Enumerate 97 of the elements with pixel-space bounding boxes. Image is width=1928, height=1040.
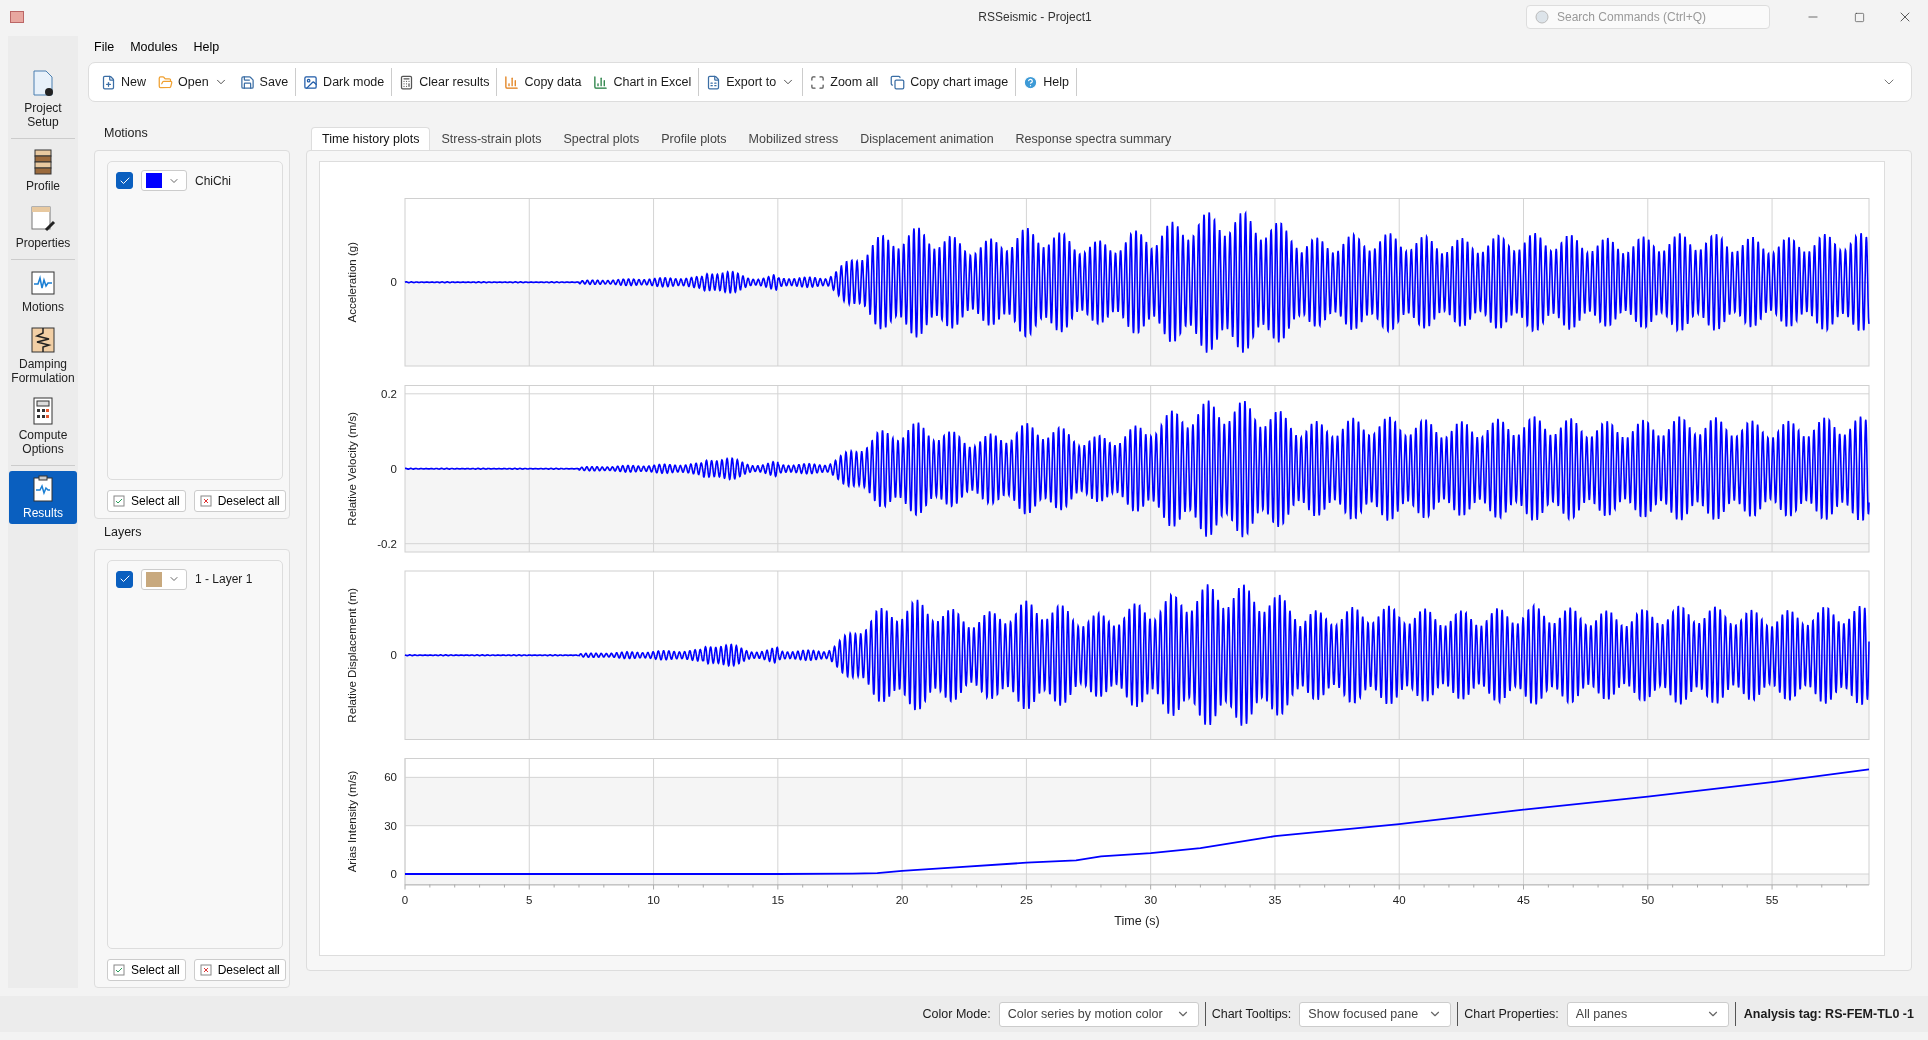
status-label: Chart Properties: [1464, 1007, 1559, 1021]
dropdown[interactable]: Show focused pane [1299, 1001, 1452, 1027]
axis-label: Relative Displacement (m) [346, 587, 358, 723]
checkbox[interactable] [116, 570, 133, 588]
table-pencil-icon [28, 204, 58, 234]
tab[interactable]: Profile plots [650, 127, 738, 150]
checkbox-icon [113, 494, 125, 507]
search-input[interactable]: Search Commands (Ctrl+Q) [1555, 9, 1759, 25]
picture-icon [303, 74, 319, 90]
tick-label: 35 [1268, 893, 1282, 906]
toolbar-button[interactable]: Copy chart image [884, 70, 1015, 94]
spreadsheet-icon [706, 74, 722, 90]
axis-label: Time (s) [1114, 913, 1160, 928]
calculator-icon [399, 74, 415, 90]
analysis-tag: Analysis tag: RS-FEM-TL0 -1 [1743, 1007, 1914, 1021]
tab[interactable]: Time history plots [311, 127, 431, 150]
check-icon [118, 573, 131, 585]
copy-icon [890, 74, 906, 90]
spring-icon [28, 325, 58, 355]
nav-item[interactable]: Results [9, 471, 77, 524]
toolbar-button[interactable]: New [95, 70, 152, 94]
save-icon [239, 74, 255, 90]
color-picker[interactable] [141, 568, 187, 590]
folder-icon [158, 74, 173, 90]
deselect-all-button[interactable]: Deselect all [193, 959, 286, 981]
checkbox[interactable] [116, 172, 133, 189]
bar-chart-icon [504, 74, 520, 90]
bar-chart-icon [593, 74, 609, 90]
tick-label: 55 [1765, 893, 1779, 906]
tick-label: 0 [390, 462, 397, 475]
tick-label: 45 [1517, 893, 1530, 906]
status-label: Chart Tooltips: [1211, 1007, 1292, 1021]
tab[interactable]: Response spectra summary [1004, 127, 1183, 150]
tick-label: 0 [390, 868, 397, 881]
tick-label: 15 [771, 893, 785, 906]
axis-label: Acceleration (g) [346, 242, 358, 323]
toolbar-button[interactable]: Chart in Excel [587, 70, 698, 94]
tick-label: 40 [1392, 893, 1406, 906]
window-title: RSSeismic - Project1 [977, 10, 1093, 24]
tab[interactable]: Displacement animation [849, 127, 1005, 150]
color-picker[interactable] [141, 170, 187, 191]
toolbar-button[interactable]: Open [152, 70, 234, 94]
waveform-icon [28, 268, 58, 298]
restore-icon [1853, 11, 1865, 23]
tick-label: 0 [390, 276, 397, 289]
menu-item[interactable]: Help [187, 38, 226, 56]
help-icon [1023, 74, 1039, 90]
item-label: ChiChi [195, 173, 231, 188]
item-label: 1 - Layer 1 [195, 572, 253, 586]
select-all-button[interactable]: Select all [107, 489, 186, 512]
nav-item[interactable]: Project Setup [9, 66, 77, 133]
cross-box-icon [199, 494, 212, 507]
dropdown[interactable]: Color series by motion color [998, 1001, 1199, 1027]
group-title: Motions [104, 126, 149, 140]
expand-icon [810, 74, 826, 90]
tick-label: 30 [1144, 893, 1158, 906]
checkbox-icon [113, 964, 125, 976]
nav-item[interactable]: Profile [9, 144, 77, 197]
tick-label: 10 [647, 893, 660, 906]
status-label: Color Mode: [922, 1007, 991, 1021]
tick-label: 20 [895, 893, 909, 906]
tab[interactable]: Stress-strain plots [430, 127, 553, 150]
search-field[interactable]: Search Commands (Ctrl+Q) [1526, 5, 1770, 29]
axis-label: Arias Intensity (m/s) [346, 770, 358, 873]
menu-item[interactable]: File [88, 38, 121, 56]
tick-label: -0.2 [377, 537, 397, 550]
select-all-button[interactable]: Select all [107, 959, 186, 981]
tick-label: 25 [1020, 893, 1033, 906]
new-file-icon [101, 74, 116, 90]
tick-label: 5 [526, 893, 533, 906]
tick-label: 60 [384, 771, 397, 784]
group-title: Layers [104, 524, 143, 539]
tick-label: 0.2 [381, 387, 397, 400]
toolbar-button[interactable]: Clear results [393, 70, 496, 94]
tick-label: 0 [390, 649, 397, 662]
dropdown[interactable]: All panes [1566, 1001, 1729, 1027]
toolbar-button[interactable]: Dark mode [297, 70, 391, 94]
nav-item[interactable]: Properties [9, 201, 77, 254]
axis-label: Relative Velocity (m/s) [346, 411, 358, 526]
cross-box-icon [199, 964, 212, 976]
menu-item[interactable]: Modules [124, 38, 184, 56]
toolbar-button[interactable]: Copy data [498, 70, 588, 94]
toolbar-button[interactable]: Export to [700, 70, 802, 94]
nav-item[interactable]: Motions [9, 265, 77, 318]
toolbar-button[interactable]: Zoom all [804, 70, 885, 94]
deselect-all-button[interactable]: Deselect all [193, 489, 286, 512]
app-icon [10, 11, 24, 23]
tick-label: 30 [384, 819, 397, 832]
toolbar-button[interactable]: Help [1017, 70, 1075, 94]
nav-item[interactable]: Compute Options [9, 393, 77, 460]
tick-label: 50 [1641, 893, 1655, 906]
tab[interactable]: Mobilized stress [737, 127, 850, 150]
search-icon [1535, 10, 1549, 24]
nav-item[interactable]: Damping Formulation [9, 322, 77, 389]
tab[interactable]: Spectral plots [552, 127, 651, 150]
toolbar-button[interactable]: Save [233, 70, 295, 94]
tick-label: 0 [401, 893, 409, 906]
